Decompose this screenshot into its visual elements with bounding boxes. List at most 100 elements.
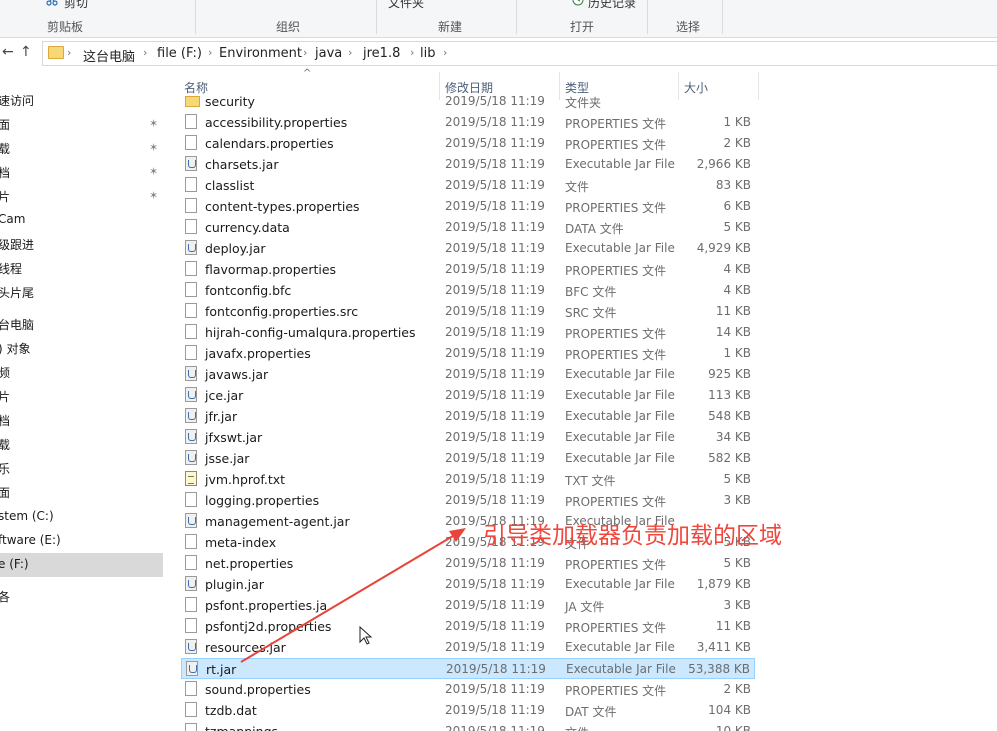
nav-item-label: 片 — [0, 390, 11, 404]
pin-icon[interactable]: ✶ — [149, 189, 158, 202]
nav-item-label: stem (C:) — [0, 509, 54, 523]
file-type: 文件夹 — [565, 96, 602, 110]
table-row[interactable]: charsets.jar 2019/5/18 11:19 Executable Ja… — [181, 154, 755, 175]
table-row[interactable]: fontconfig.properties.src 2019/5/18 11:19… — [181, 301, 755, 322]
table-row[interactable]: tzmappings 2019/5/18 11:19 文件 10 KB — [181, 721, 755, 731]
pin-icon[interactable]: ✶ — [149, 165, 158, 178]
nav-item[interactable]: 乐 — [0, 456, 163, 480]
history-button[interactable]: 历史记录 — [588, 0, 636, 11]
jar-icon — [185, 366, 197, 381]
file-size: 925 KB — [708, 367, 751, 381]
breadcrumb-item[interactable]: java — [315, 46, 342, 61]
pin-icon[interactable]: ✶ — [149, 117, 158, 130]
table-row[interactable]: classlist 2019/5/18 11:19 文件 83 KB — [181, 175, 755, 196]
nav-item[interactable]: 各 — [0, 584, 163, 608]
table-row[interactable]: jsse.jar 2019/5/18 11:19 Executable Jar Fi… — [181, 448, 755, 469]
nav-item[interactable]: 载 ✶ — [0, 136, 163, 160]
file-size: 6 KB — [723, 199, 751, 213]
file-name: hijrah-config-umalqura.properties — [205, 325, 416, 340]
file-date: 2019/5/18 11:19 — [445, 724, 545, 731]
nav-item[interactable]: 片 — [0, 384, 163, 408]
table-row[interactable]: deploy.jar 2019/5/18 11:19 Executable Jar … — [181, 238, 755, 259]
nav-item[interactable]: e (F:) — [0, 553, 163, 577]
jar-icon — [185, 429, 197, 444]
file-name: fontconfig.properties.src — [205, 304, 359, 319]
table-row[interactable]: accessibility.properties 2019/5/18 11:19 P… — [181, 112, 755, 133]
nav-item[interactable]: 头片尾 — [0, 280, 163, 304]
nav-item[interactable]: 档 ✶ — [0, 160, 163, 184]
file-icon — [185, 345, 197, 360]
nav-item[interactable]: 档 — [0, 408, 163, 432]
table-row[interactable]: fontconfig.bfc 2019/5/18 11:19 BFC 文件 4 KB — [181, 280, 755, 301]
table-row[interactable]: plugin.jar 2019/5/18 11:19 Executable Jar … — [181, 574, 755, 595]
chevron-right-icon: › — [410, 46, 415, 59]
nav-item[interactable]: 速访问 — [0, 88, 163, 112]
nav-item[interactable]: 片 ✶ — [0, 184, 163, 208]
nav-item[interactable]: 级跟进 — [0, 232, 163, 256]
nav-item[interactable]: 线程 — [0, 256, 163, 280]
table-row[interactable]: calendars.properties 2019/5/18 11:19 PROPE… — [181, 133, 755, 154]
pin-icon[interactable]: ✶ — [149, 141, 158, 154]
file-size: 1 KB — [723, 346, 751, 360]
table-row[interactable]: resources.jar 2019/5/18 11:19 Executable J… — [181, 637, 755, 658]
file-name: javaws.jar — [205, 367, 269, 382]
column-divider[interactable] — [758, 72, 759, 100]
nav-item[interactable]: ) 对象 — [0, 336, 163, 360]
table-row[interactable]: psfontj2d.properties 2019/5/18 11:19 PROPE… — [181, 616, 755, 637]
back-button[interactable]: ← — [2, 44, 14, 60]
table-row[interactable]: currency.data 2019/5/18 11:19 DATA 文件 5 KB — [181, 217, 755, 238]
group-clipboard: 剪贴板 — [47, 20, 84, 34]
cut-button[interactable]: 剪切 — [64, 0, 88, 11]
file-icon — [185, 324, 197, 339]
table-row[interactable]: psfont.properties.ja 2019/5/18 11:19 JA 文件… — [181, 595, 755, 616]
nav-item[interactable]: stem (C:) — [0, 505, 163, 529]
table-row[interactable]: logging.properties 2019/5/18 11:19 PROPERT… — [181, 490, 755, 511]
nav-item[interactable]: Cam — [0, 208, 163, 232]
file-type: JA 文件 — [565, 600, 605, 614]
table-row[interactable]: javafx.properties 2019/5/18 11:19 PROPERTI… — [181, 343, 755, 364]
table-row[interactable]: sound.properties 2019/5/18 11:19 PROPERTIE… — [181, 679, 755, 700]
table-row[interactable]: jfxswt.jar 2019/5/18 11:19 Executable Jar … — [181, 427, 755, 448]
mouse-cursor-icon — [359, 626, 373, 645]
table-row[interactable]: jfr.jar 2019/5/18 11:19 Executable Jar Fil… — [181, 406, 755, 427]
breadcrumb-item[interactable]: 这台电脑 — [83, 46, 135, 65]
nav-item-label: 面 — [0, 118, 11, 132]
nav-item[interactable]: 频 — [0, 360, 163, 384]
file-date: 2019/5/18 11:19 — [445, 640, 545, 654]
file-size: 83 KB — [715, 178, 751, 192]
group-open: 打开 — [570, 20, 595, 34]
breadcrumb-item[interactable]: jre1.8 — [363, 46, 400, 61]
file-name: javafx.properties — [205, 346, 311, 361]
table-row[interactable]: tzdb.dat 2019/5/18 11:19 DAT 文件 104 KB — [181, 700, 755, 721]
jar-icon — [185, 240, 197, 255]
nav-item[interactable]: 载 — [0, 432, 163, 456]
table-row[interactable]: content-types.properties 2019/5/18 11:19 P… — [181, 196, 755, 217]
file-date: 2019/5/18 11:19 — [445, 283, 545, 297]
table-row[interactable]: net.properties 2019/5/18 11:19 PROPERTIES … — [181, 553, 755, 574]
file-icon — [185, 702, 197, 717]
nav-item-label: 档 — [0, 166, 11, 180]
nav-item[interactable]: 台电脑 — [0, 312, 163, 336]
nav-item-label: 台电脑 — [0, 318, 35, 332]
file-size: 5 KB — [723, 472, 751, 486]
breadcrumb-item[interactable]: lib — [420, 46, 435, 61]
table-row[interactable]: flavormap.properties 2019/5/18 11:19 PROPE… — [181, 259, 755, 280]
file-type: Executable Jar File — [565, 241, 675, 255]
breadcrumb-item[interactable]: Environment — [219, 46, 302, 61]
file-type: PROPERTIES 文件 — [565, 117, 667, 131]
table-row[interactable]: jvm.hprof.txt 2019/5/18 11:19 TXT 文件 5 KB — [181, 469, 755, 490]
table-row[interactable]: hijrah-config-umalqura.properties 2019/5/… — [181, 322, 755, 343]
copy-path-button[interactable]: 文件夹 — [388, 0, 424, 11]
nav-item[interactable]: 面 ✶ — [0, 112, 163, 136]
breadcrumb-item[interactable]: file (F:) — [157, 46, 202, 61]
table-row[interactable]: jce.jar 2019/5/18 11:19 Executable Jar Fil… — [181, 385, 755, 406]
address-bar[interactable]: › 这台电脑 › file (F:) › Environment › java … — [42, 41, 997, 66]
up-button[interactable]: ↑ — [20, 44, 32, 60]
table-row[interactable]: security 2019/5/18 11:19 文件夹 — [181, 91, 755, 112]
file-size: 14 KB — [715, 325, 751, 339]
nav-item[interactable]: ftware (E:) — [0, 529, 163, 553]
nav-item-label: 载 — [0, 142, 11, 156]
nav-item[interactable]: 面 — [0, 480, 163, 504]
table-row[interactable]: javaws.jar 2019/5/18 11:19 Executable Jar … — [181, 364, 755, 385]
table-row[interactable]: rt.jar 2019/5/18 11:19 Executable Jar File… — [181, 658, 755, 679]
